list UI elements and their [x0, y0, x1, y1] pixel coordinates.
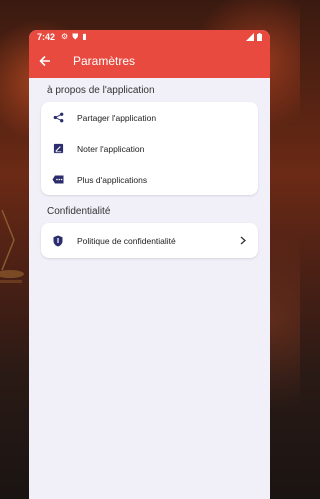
- share-icon: [51, 111, 65, 125]
- sim-card-icon: ▮: [82, 32, 87, 41]
- app-bar: Paramètres: [29, 44, 270, 78]
- settings-gear-icon: ⚙: [61, 32, 69, 41]
- privacy-card: Politique de confidentialité: [41, 223, 258, 258]
- status-time: 7:42: [37, 32, 56, 42]
- rate-app-label: Noter l'application: [77, 143, 145, 154]
- more-apps-label: Plus d'applications: [77, 174, 148, 185]
- shield-icon: [51, 234, 65, 248]
- chevron-right-icon: [238, 236, 248, 246]
- battery-icon: [257, 33, 262, 41]
- rate-app-item[interactable]: Noter l'application: [41, 133, 258, 164]
- section-title-privacy: Confidentialité: [47, 206, 111, 217]
- share-app-item[interactable]: Partager l'application: [41, 102, 258, 133]
- signal-icon: [246, 33, 254, 41]
- more-apps-icon: [51, 173, 65, 187]
- background-scale-of-justice: [0, 170, 30, 320]
- about-card: Partager l'application Noter l'applicati…: [41, 102, 258, 195]
- status-bar: 7:42 ⚙ ⛊ ▮: [29, 30, 270, 44]
- more-apps-item[interactable]: Plus d'applications: [41, 164, 258, 195]
- shield-status-icon: ⛊: [72, 32, 79, 41]
- app-window: 7:42 ⚙ ⛊ ▮ Paramètres à propos de l'appl…: [29, 30, 270, 499]
- page-title: Paramètres: [73, 54, 136, 68]
- rate-icon: [51, 142, 65, 156]
- back-arrow-icon[interactable]: [39, 53, 55, 69]
- privacy-policy-label: Politique de confidentialité: [77, 235, 176, 246]
- share-app-label: Partager l'application: [77, 112, 157, 123]
- privacy-policy-item[interactable]: Politique de confidentialité: [41, 225, 258, 256]
- section-title-about: à propos de l'application: [47, 85, 155, 96]
